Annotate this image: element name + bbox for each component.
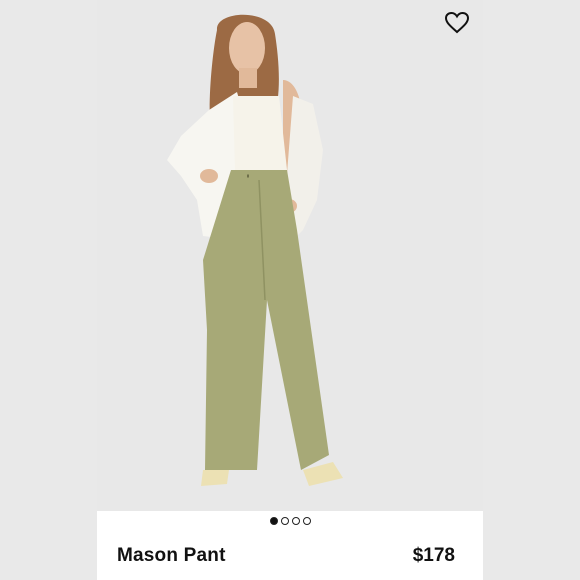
- product-name[interactable]: Mason Pant: [117, 545, 226, 567]
- carousel-dot[interactable]: [269, 517, 278, 525]
- carousel-dot[interactable]: [291, 517, 300, 525]
- carousel-dot[interactable]: [302, 517, 311, 525]
- left-margin: [0, 0, 97, 580]
- product-card[interactable]: Mason Pant $178: [97, 0, 483, 580]
- carousel-indicator: [97, 517, 483, 527]
- model-illustration: [97, 0, 483, 511]
- right-margin: [483, 0, 580, 580]
- carousel-dot[interactable]: [280, 517, 289, 525]
- favorite-heart-icon[interactable]: [444, 11, 470, 35]
- product-image[interactable]: [97, 0, 483, 511]
- product-price: $178: [412, 545, 455, 566]
